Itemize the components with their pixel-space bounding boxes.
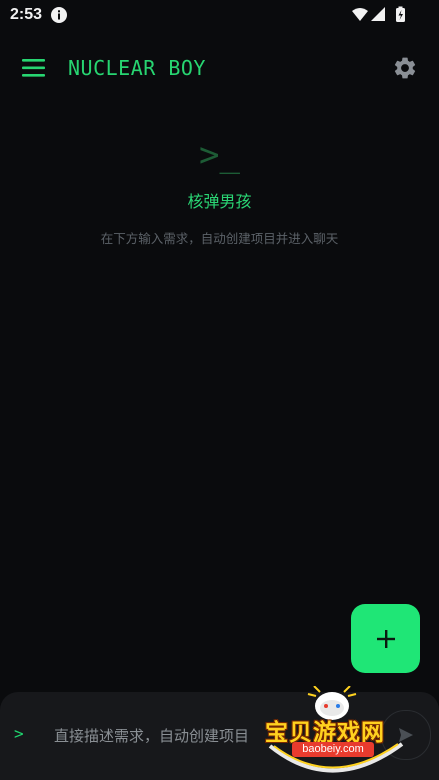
status-time: 2:53 <box>10 6 43 23</box>
app-bar: NUCLEAR BOY <box>0 40 439 96</box>
terminal-prompt-icon: >_ <box>199 135 240 175</box>
input-caret: > <box>14 724 24 743</box>
status-bar: 2:53 <box>0 0 439 30</box>
empty-state-title: 核弹男孩 <box>187 192 252 211</box>
signal-icon <box>371 7 385 21</box>
add-project-button[interactable] <box>351 604 420 673</box>
info-icon <box>51 7 67 23</box>
status-icons <box>352 6 405 22</box>
empty-state: >_ 核弹男孩 在下方输入需求，自动创建项目并进入聊天 <box>0 130 439 247</box>
settings-button[interactable] <box>385 48 425 88</box>
watermark-logo: 宝贝游戏网 baobeiy.com <box>262 686 412 774</box>
gear-icon <box>394 57 416 79</box>
wifi-icon <box>352 8 368 21</box>
hamburger-icon <box>22 59 45 77</box>
empty-state-hint: 在下方输入需求，自动创建项目并进入聊天 <box>100 231 339 246</box>
menu-button[interactable] <box>14 48 54 88</box>
app-title: NUCLEAR BOY <box>68 56 206 80</box>
watermark-url: baobeiy.com <box>292 742 374 757</box>
plus-icon <box>376 629 395 648</box>
